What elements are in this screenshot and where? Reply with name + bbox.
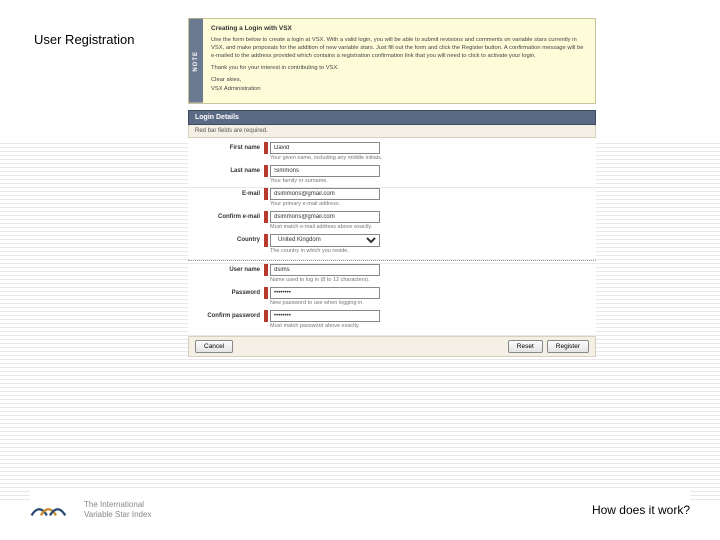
last-name-hint: Your family or surname. [264, 177, 596, 187]
field-last-name: Last name Your family or surname. [188, 165, 596, 187]
email-input[interactable] [270, 188, 380, 200]
required-bar [264, 142, 268, 154]
password-input[interactable] [270, 287, 380, 299]
field-confirm-password: Confirm password Must match password abo… [188, 310, 596, 332]
email-hint: Your primary e-mail address. [264, 200, 596, 210]
last-name-input[interactable] [270, 165, 380, 177]
required-bar [264, 165, 268, 177]
reset-button[interactable]: Reset [508, 340, 543, 353]
username-hint: Name used to log in (8 to 12 characters)… [264, 276, 596, 286]
note-paragraph: Use the form below to create a login at … [211, 36, 587, 60]
field-divider [188, 260, 596, 261]
note-signoff-1: Clear skies, [211, 77, 241, 83]
page-title: User Registration [34, 32, 134, 47]
last-name-label: Last name [188, 165, 264, 174]
required-note: Red bar fields are required. [188, 125, 596, 138]
field-confirm-email: Confirm e-mail Must match e-mail address… [188, 211, 596, 233]
password-label: Password [188, 287, 264, 296]
login-details-header: Login Details [188, 110, 596, 125]
logo-block: The International Variable Star Index [30, 498, 151, 522]
vsx-logo-icon [30, 498, 76, 522]
confirm-email-label: Confirm e-mail [188, 211, 264, 220]
note-box: NOTE Creating a Login with VSX Use the f… [188, 18, 596, 104]
country-label: Country [188, 234, 264, 243]
password-hint: New password to use when logging in. [264, 299, 596, 309]
confirm-password-input[interactable] [270, 310, 380, 322]
note-signoff-2: VSX Administration [211, 86, 261, 92]
button-bar: Cancel Reset Register [188, 336, 596, 357]
field-password: Password New password to use when loggin… [188, 287, 596, 309]
field-email: E-mail Your primary e-mail address. [188, 188, 596, 210]
note-title: Creating a Login with VSX [211, 25, 587, 32]
first-name-input[interactable] [270, 142, 380, 154]
required-bar [264, 264, 268, 276]
confirm-email-hint: Must match e-mail address above exactly. [264, 223, 596, 233]
logo-line-1: The International [84, 500, 151, 510]
first-name-label: First name [188, 142, 264, 151]
required-bar [264, 287, 268, 299]
first-name-hint: Your given name, including any middle in… [264, 154, 596, 164]
country-select[interactable]: United Kingdom [270, 234, 380, 247]
username-input[interactable] [270, 264, 380, 276]
field-country: Country United Kingdom The country in wh… [188, 234, 596, 257]
confirm-password-hint: Must match password above exactly. [264, 322, 596, 332]
note-signoff: Clear skies, VSX Administration [211, 76, 587, 92]
confirm-email-input[interactable] [270, 211, 380, 223]
how-does-it-work-link[interactable]: How does it work? [592, 503, 690, 517]
note-tab: NOTE [189, 19, 203, 103]
cancel-button[interactable]: Cancel [195, 340, 233, 353]
username-label: User name [188, 264, 264, 273]
field-first-name: First name Your given name, including an… [188, 142, 596, 164]
required-bar [264, 234, 268, 247]
country-hint: The country in which you reside. [264, 247, 596, 257]
register-button[interactable]: Register [547, 340, 589, 353]
registration-form: NOTE Creating a Login with VSX Use the f… [188, 18, 596, 357]
required-bar [264, 188, 268, 200]
field-username: User name Name used to log in (8 to 12 c… [188, 264, 596, 286]
footer: The International Variable Star Index Ho… [30, 490, 690, 522]
logo-line-2: Variable Star Index [84, 510, 151, 520]
email-label: E-mail [188, 188, 264, 197]
required-bar [264, 211, 268, 223]
required-bar [264, 310, 268, 322]
confirm-password-label: Confirm password [188, 310, 264, 319]
logo-text: The International Variable Star Index [84, 500, 151, 519]
note-thanks: Thank you for your interest in contribut… [211, 64, 587, 72]
